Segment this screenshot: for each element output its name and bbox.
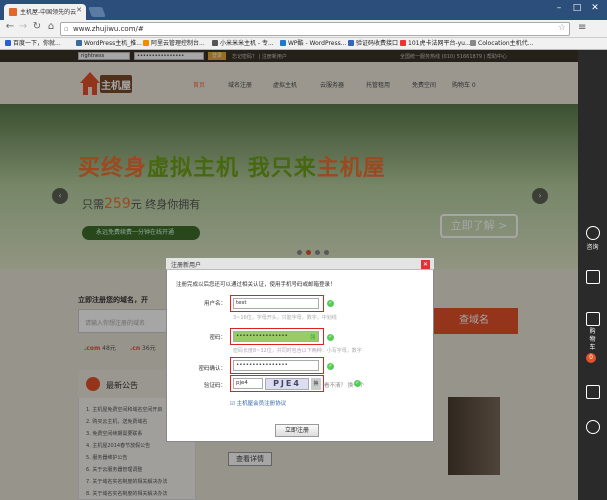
bookmark-favicon-icon (5, 40, 11, 46)
page-icon: ▫ (64, 25, 69, 33)
sidebar-tool-button[interactable] (580, 270, 605, 286)
user-card-icon (585, 385, 600, 399)
sidebar-chat-button[interactable] (580, 420, 605, 436)
username-input[interactable]: test (233, 298, 319, 309)
password-label: 密码： (209, 335, 226, 341)
captcha-image[interactable]: PJE4 (265, 378, 309, 390)
password-input[interactable]: •••••••••••••••• (233, 331, 319, 342)
bookmark-favicon-icon (400, 40, 406, 46)
cart-count-badge: 0 (586, 353, 596, 363)
bookmark-favicon-icon (470, 40, 476, 46)
home-icon[interactable]: ⌂ (45, 21, 57, 32)
sidebar-user-button[interactable] (580, 385, 605, 401)
captcha-label: 验证码： (203, 383, 226, 389)
bookmark-favicon-icon (143, 40, 149, 46)
bookmark-item[interactable]: 阿里云管理控制台... (143, 39, 205, 49)
agreement-link[interactable]: ☑ 主机屋会员注册协议 (230, 399, 286, 407)
bookmark-star-icon[interactable]: ☆ (558, 23, 566, 33)
forward-icon[interactable]: → (17, 21, 29, 32)
sidebar-cart-button[interactable]: 购物车 (580, 312, 605, 352)
close-window-icon[interactable]: ✕ (588, 3, 602, 13)
bookmark-favicon-icon (212, 40, 218, 46)
bookmark-item[interactable]: Colocation主机代... (470, 39, 533, 49)
address-bar[interactable]: ▫ www.zhujiwu.com/# ☆ (60, 22, 570, 36)
username-label: 用户名： (203, 301, 226, 307)
dialog-title: 注册新用户 (171, 262, 202, 269)
dialog-intro: 注册完成以后您还可以通过相关认证，使用手机号码或邮箱登录！ (176, 282, 336, 288)
reload-icon[interactable]: ↻ (31, 21, 43, 32)
chat-icon (585, 420, 600, 434)
confirm-label: 密码确认： (198, 366, 226, 372)
browser-menu-icon[interactable]: ≡ (578, 22, 586, 33)
check-icon: ✓ (327, 363, 334, 370)
bookmark-item[interactable]: 101虎卡法网平台-yu... (400, 39, 471, 49)
password-strength: 强 (310, 335, 316, 341)
bookmark-favicon-icon (280, 40, 286, 46)
check-icon: ✓ (354, 380, 361, 387)
bookmark-item[interactable]: 验证码收费接口 (348, 39, 398, 49)
check-icon: ✓ (327, 334, 334, 341)
bookmark-item[interactable]: WP酷 - WordPress... (280, 39, 346, 49)
dialog-header (166, 258, 434, 270)
close-tab-icon[interactable]: ✕ (76, 6, 82, 14)
confirm-password-input[interactable]: •••••••••••••••• (233, 360, 319, 371)
captcha-refresh-button[interactable]: 换 (311, 378, 321, 390)
bookmark-item[interactable]: WordPress主机_推... (76, 39, 142, 49)
username-hint: 3~16位，字母开头，只能字母，数字，中划线 (233, 315, 337, 321)
site-favicon-icon (9, 8, 17, 16)
browser-tab[interactable]: 主机屋-中国领先的云服务 ✕ (4, 4, 86, 20)
captcha-input[interactable]: pje4 (233, 378, 263, 389)
dialog-close-icon[interactable]: ✕ (421, 260, 430, 269)
cart-icon (585, 312, 600, 326)
bookmark-favicon-icon (348, 40, 354, 46)
consult-button[interactable]: 咨询 (580, 226, 605, 251)
maximize-icon[interactable]: □ (570, 3, 584, 13)
window-icon (585, 270, 600, 284)
url-text: www.zhujiwu.com/# (73, 25, 144, 33)
headset-icon (585, 226, 600, 240)
bookmark-favicon-icon (76, 40, 82, 46)
tab-title: 主机屋-中国领先的云服务 (20, 9, 76, 16)
back-icon[interactable]: ← (4, 21, 16, 32)
check-icon: ✓ (327, 300, 334, 307)
bookmark-item[interactable]: 百度一下，你就... (5, 39, 61, 49)
bookmark-item[interactable]: 小米米米主机 - 专... (212, 39, 274, 49)
minimize-icon[interactable]: – (552, 3, 566, 13)
password-hint: 密码长度8~32位，并同时包含以下两种：小写字母，数字 (233, 348, 362, 354)
register-button[interactable]: 立即注册 (275, 424, 319, 437)
